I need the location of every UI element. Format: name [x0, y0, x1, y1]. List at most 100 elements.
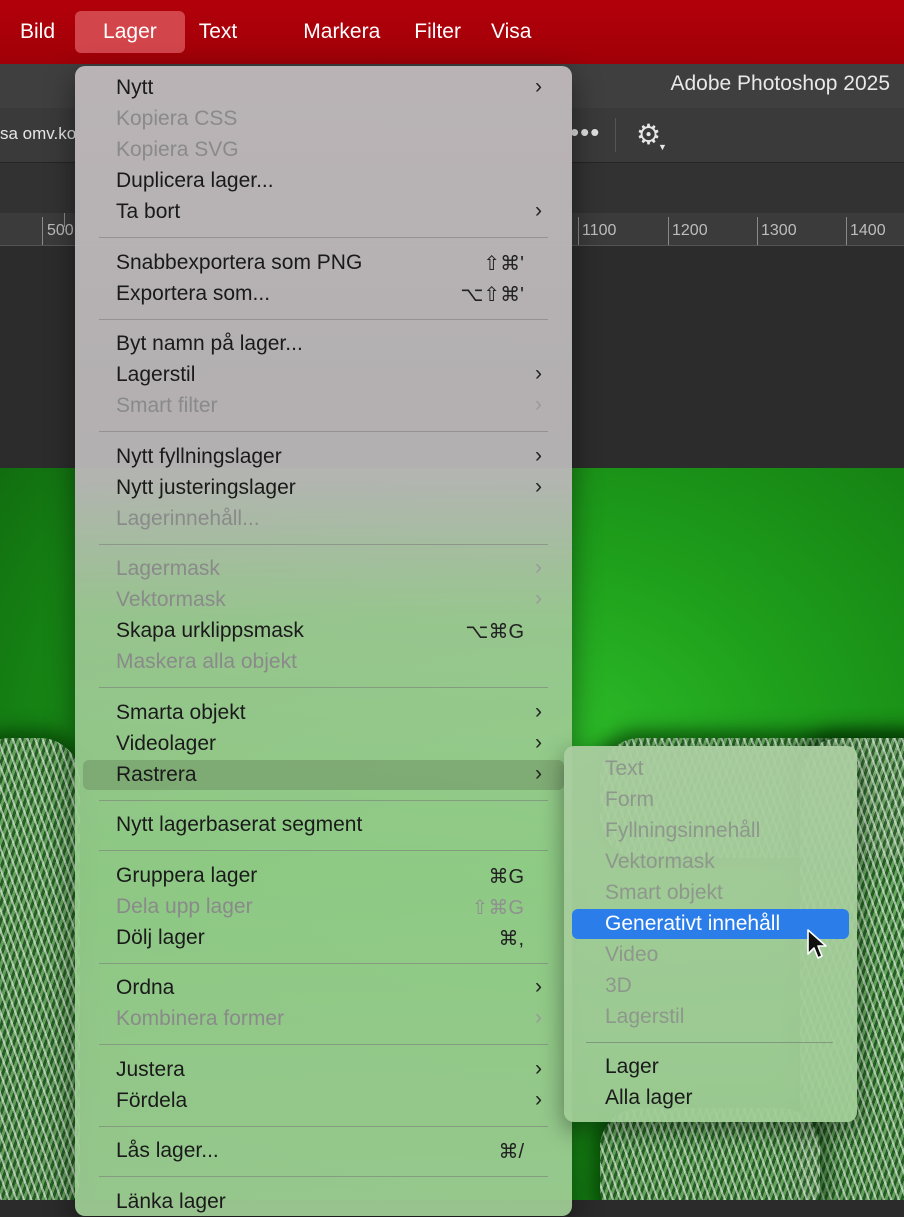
options-text[interactable]: sa omv.ko	[0, 124, 76, 144]
chevron-right-icon: ›	[535, 1006, 542, 1029]
menu-separator	[99, 1125, 548, 1127]
menu-item-nytt[interactable]: Nytt ›	[83, 73, 564, 103]
chevron-right-icon: ›	[535, 199, 542, 222]
submenu-item-label: Vektormask	[605, 850, 715, 873]
options-divider	[615, 118, 616, 152]
caret-down-icon: ▼	[658, 142, 667, 152]
menu-item-byt-namn-på-lager[interactable]: Byt namn på lager...	[83, 329, 564, 359]
submenu-item-label: Generativt innehåll	[605, 912, 781, 935]
menu-item-maskera-alla-objekt: Maskera alla objekt	[83, 647, 564, 677]
menu-separator	[99, 799, 548, 801]
menu-markera[interactable]: Markera	[257, 11, 400, 53]
mouse-cursor-icon	[807, 929, 827, 959]
submenu-separator	[586, 1042, 833, 1043]
chevron-right-icon: ›	[535, 975, 542, 998]
ruler-label: 1200	[672, 222, 708, 239]
submenu-item-label: Text	[605, 757, 644, 780]
chevron-right-icon: ›	[535, 75, 542, 98]
menu-item-ta-bort[interactable]: Ta bort ›	[83, 197, 564, 227]
ruler-tick	[846, 217, 847, 245]
menu-item-label: Fördela	[116, 1088, 188, 1112]
menu-item-fördela[interactable]: Fördela ›	[83, 1086, 564, 1116]
menu-item-snabbexportera-som-png[interactable]: Snabbexportera som PNG ⇧⌘'	[83, 248, 564, 278]
app-menu-bar: Bild Lager Text Markera Filter Visa	[0, 0, 904, 64]
menu-item-lagerstil[interactable]: Lagerstil ›	[83, 360, 564, 390]
chevron-right-icon: ›	[535, 1056, 542, 1080]
submenu-item-label: Alla lager	[605, 1086, 693, 1109]
menu-item-lås-lager[interactable]: Lås lager... ⌘/	[83, 1136, 564, 1166]
chevron-right-icon: ›	[535, 587, 542, 610]
menu-item-skapa-urklippsmask[interactable]: Skapa urklippsmask ⌥⌘G	[83, 616, 564, 646]
menu-item-label: Länka lager	[116, 1189, 226, 1213]
submenu-item-label: Lager	[605, 1055, 659, 1078]
menu-item-label: Nytt	[116, 76, 154, 99]
ruler-tick	[578, 217, 579, 245]
menu-item-label: Smart filter	[116, 394, 218, 417]
ruler-label: 1300	[761, 222, 797, 239]
menu-item-smarta-objekt[interactable]: Smarta objekt ›	[83, 698, 564, 728]
menu-item-label: Dölj lager	[116, 925, 205, 949]
chevron-right-icon: ›	[535, 761, 542, 785]
menu-lager[interactable]: Lager	[75, 11, 185, 53]
menu-separator	[99, 318, 548, 320]
menu-item-label: Justera	[116, 1057, 185, 1081]
menu-item-justera[interactable]: Justera ›	[83, 1055, 564, 1085]
menu-item-shortcut: ⇧⌘'	[483, 252, 524, 275]
menu-item-shortcut: ⇧⌘G	[471, 896, 524, 919]
menu-separator	[99, 1176, 548, 1177]
chevron-right-icon: ›	[535, 474, 542, 498]
menu-item-label: Vektormask	[116, 588, 226, 611]
menu-item-duplicera-lager[interactable]: Duplicera lager...	[83, 166, 564, 196]
submenu-item-label: 3D	[605, 974, 632, 997]
menu-item-rastrera[interactable]: Rastrera ›	[83, 759, 564, 790]
ruler-tick	[668, 217, 669, 245]
submenu-item-smart-objekt: Smart objekt	[572, 878, 849, 908]
menu-item-label: Smarta objekt	[116, 700, 246, 724]
menu-text[interactable]: Text	[185, 11, 258, 53]
menu-item-label: Kopiera CSS	[116, 107, 238, 130]
menu-item-label: Nytt fyllningslager	[116, 444, 282, 468]
menu-item-nytt-justeringslager[interactable]: Nytt justeringslager ›	[83, 473, 564, 503]
menu-item-dölj-lager[interactable]: Dölj lager ⌘,	[83, 923, 564, 953]
menu-visa[interactable]: Visa	[481, 11, 551, 53]
menu-item-kopiera-css: Kopiera CSS	[83, 104, 564, 134]
menu-item-dela-upp-lager: Dela upp lager ⇧⌘G	[83, 892, 564, 922]
menu-item-kombinera-former: Kombinera former ›	[83, 1004, 564, 1034]
menu-item-lagerinnehåll: Lagerinnehåll...	[83, 504, 564, 534]
ruler-label: 500	[47, 222, 74, 239]
menu-item-videolager[interactable]: Videolager ›	[83, 729, 564, 759]
submenu-item-form: Form	[572, 785, 849, 815]
menu-item-ordna[interactable]: Ordna ›	[83, 973, 564, 1003]
submenu-item-fyllningsinnehåll: Fyllningsinnehåll	[572, 816, 849, 846]
menu-separator	[99, 850, 548, 851]
chevron-right-icon: ›	[535, 556, 542, 579]
ellipsis-icon[interactable]: •••	[570, 117, 600, 148]
submenu-item-lager[interactable]: Lager	[572, 1052, 849, 1082]
chevron-right-icon: ›	[535, 699, 542, 723]
menu-item-länka-lager[interactable]: Länka lager	[83, 1187, 564, 1217]
menu-item-nytt-lagerbaserat-segment[interactable]: Nytt lagerbaserat segment	[83, 810, 564, 840]
menu-item-label: Lagerstil	[116, 363, 196, 386]
menu-filter[interactable]: Filter	[400, 11, 481, 53]
menu-item-label: Exportera som...	[116, 281, 271, 305]
chevron-right-icon: ›	[535, 393, 542, 416]
menu-bild[interactable]: Bild	[0, 11, 75, 53]
chevron-right-icon: ›	[535, 443, 542, 467]
menu-item-shortcut: ⌘/	[498, 1141, 524, 1163]
menu-item-label: Videolager	[116, 731, 217, 755]
menu-separator	[99, 687, 548, 688]
menu-item-label: Kombinera former	[116, 1007, 285, 1030]
menu-item-vektormask: Vektormask ›	[83, 585, 564, 615]
chevron-right-icon: ›	[535, 362, 542, 385]
submenu-item-alla-lager[interactable]: Alla lager	[572, 1083, 849, 1113]
menu-item-label: Lås lager...	[116, 1139, 219, 1162]
menu-item-exportera-som[interactable]: Exportera som... ⌥⇧⌘'	[83, 279, 564, 309]
menu-item-label: Rastrera	[116, 762, 197, 786]
menu-item-label: Snabbexportera som PNG	[116, 250, 363, 274]
menu-item-shortcut: ⌥⇧⌘'	[460, 283, 524, 306]
chevron-right-icon: ›	[535, 1087, 542, 1111]
menu-item-nytt-fyllningslager[interactable]: Nytt fyllningslager ›	[83, 442, 564, 472]
menu-separator	[99, 237, 548, 238]
menu-item-lagermask: Lagermask ›	[83, 554, 564, 584]
menu-item-gruppera-lager[interactable]: Gruppera lager ⌘G	[83, 861, 564, 891]
